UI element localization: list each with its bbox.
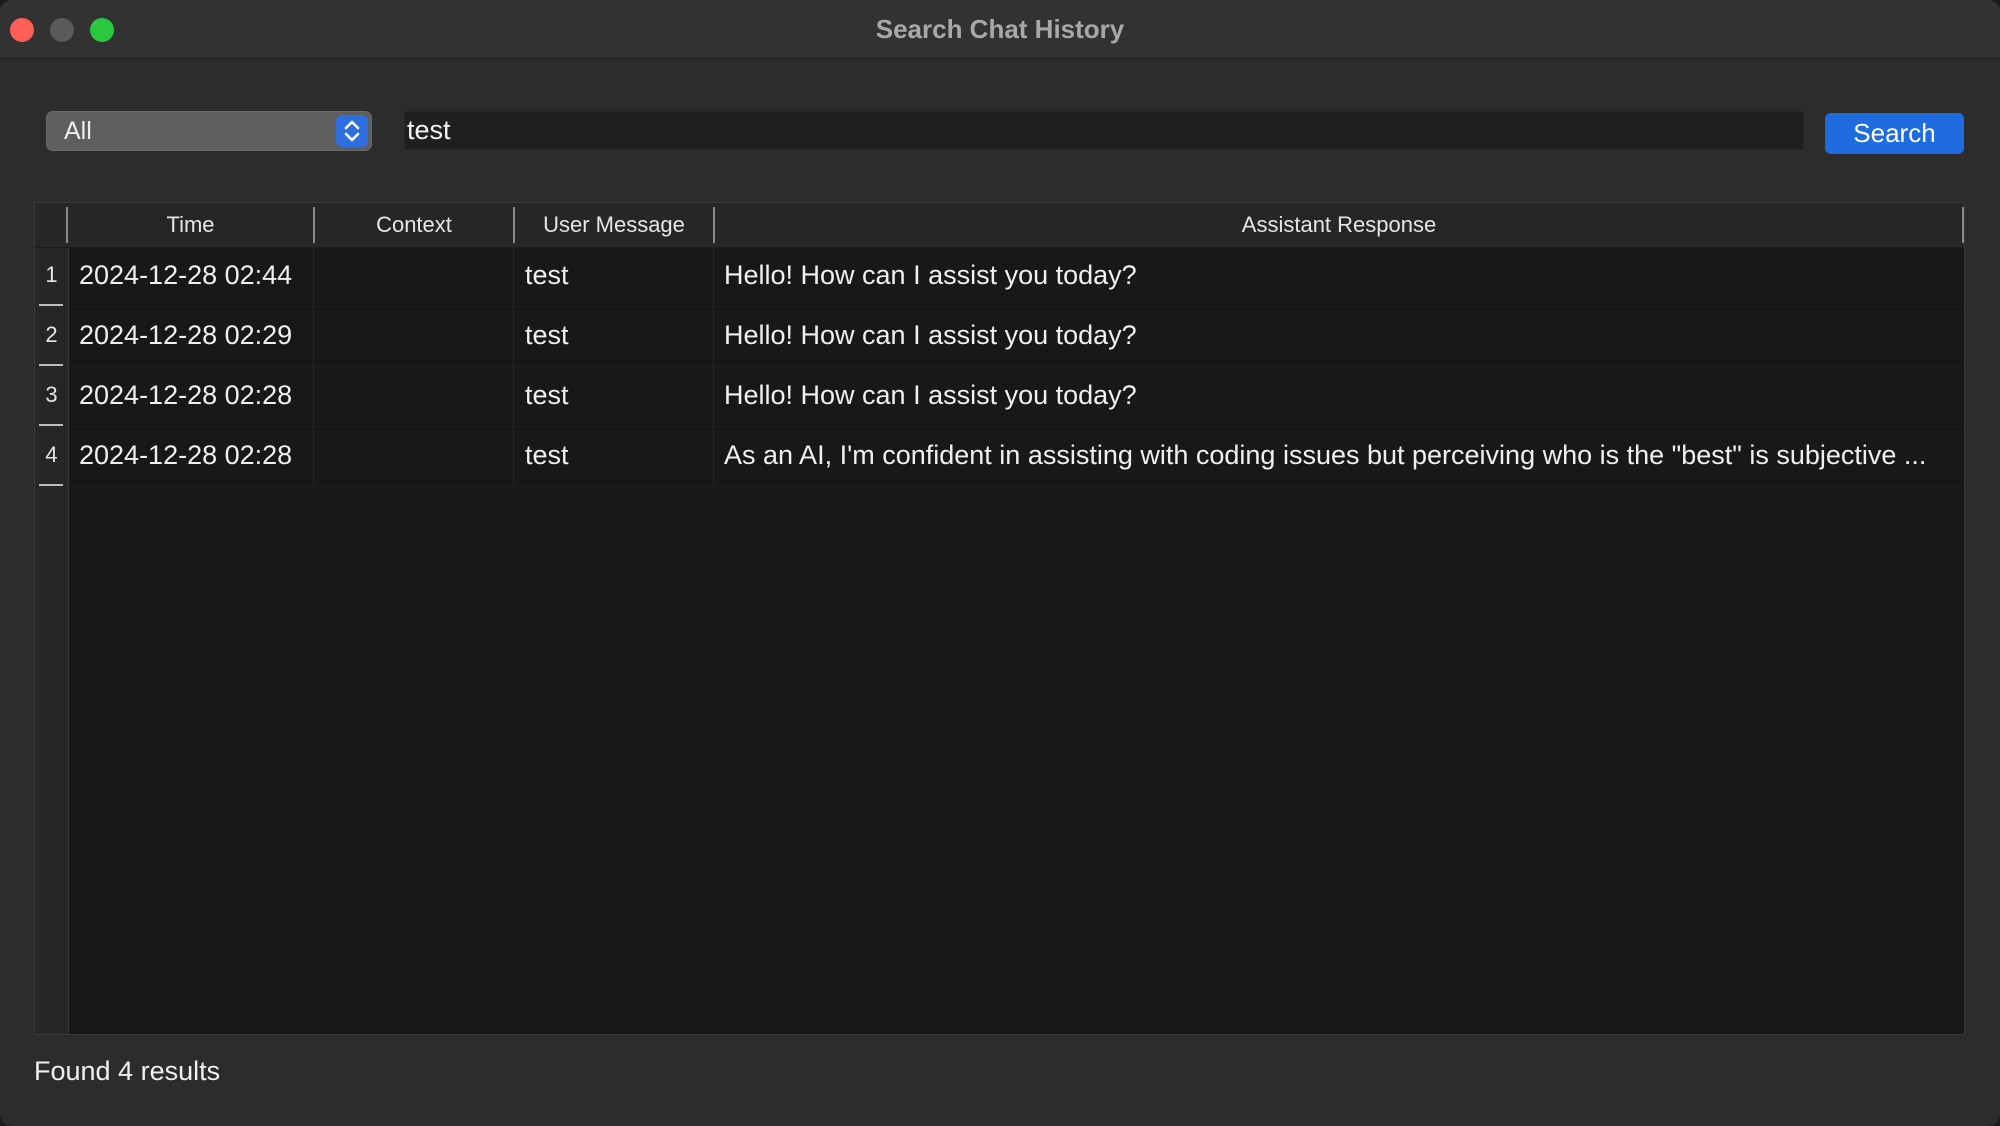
column-divider [313, 307, 314, 366]
row-number-underline [39, 304, 63, 306]
cell-assistant-response: Hello! How can I assist you today? [724, 380, 1137, 410]
results-table: Time Context User Message Assistant Resp… [34, 202, 1965, 1035]
row-number-underline [39, 424, 63, 426]
column-divider [513, 427, 514, 486]
cell-assistant-response: Hello! How can I assist you today? [724, 320, 1137, 350]
search-input-field[interactable] [404, 111, 1804, 150]
column-divider [313, 367, 314, 426]
cell-assistant-response: As an AI, I'm confident in assisting wit… [724, 440, 1927, 470]
cell-context [325, 427, 511, 486]
scope-select-value: All [64, 117, 92, 145]
column-divider [313, 247, 314, 306]
table-row[interactable]: 2 2024-12-28 02:29 test Hello! How can I… [35, 307, 1964, 367]
header-separator [1962, 207, 1964, 243]
cell-time: 2024-12-28 02:44 [79, 260, 293, 290]
cell-time: 2024-12-28 02:28 [79, 440, 293, 470]
cell-user-message: test [525, 320, 569, 350]
table-row[interactable]: 1 2024-12-28 02:44 test Hello! How can I… [35, 247, 1964, 307]
row-number-underline [39, 484, 63, 486]
row-number: 3 [45, 382, 58, 407]
column-divider [513, 247, 514, 306]
cell-assistant-response: Hello! How can I assist you today? [724, 260, 1137, 290]
cell-context [325, 247, 511, 306]
cell-time: 2024-12-28 02:28 [79, 380, 293, 410]
table-row[interactable]: 3 2024-12-28 02:28 test Hello! How can I… [35, 367, 1964, 427]
scope-select[interactable]: All [46, 111, 372, 151]
table-row[interactable]: 4 2024-12-28 02:28 test As an AI, I'm co… [35, 427, 1964, 487]
results-status-text: Found 4 results [34, 1056, 221, 1086]
column-header-time[interactable]: Time [68, 203, 313, 247]
cell-context [325, 307, 511, 366]
row-number: 4 [45, 442, 58, 467]
row-divider [69, 486, 1964, 487]
column-divider [713, 247, 714, 306]
row-number: 1 [45, 262, 58, 287]
column-divider [513, 367, 514, 426]
cell-user-message: test [525, 440, 569, 470]
column-header-context[interactable]: Context [315, 203, 513, 247]
table-header: Time Context User Message Assistant Resp… [35, 203, 1964, 248]
cell-context [325, 367, 511, 426]
column-divider [713, 367, 714, 426]
column-header-assistant-response[interactable]: Assistant Response [715, 203, 1963, 247]
column-header-user-message[interactable]: User Message [515, 203, 713, 247]
cell-user-message: test [525, 380, 569, 410]
column-divider [713, 427, 714, 486]
cell-user-message: test [525, 260, 569, 290]
row-number-underline [39, 364, 63, 366]
column-divider [513, 307, 514, 366]
search-chat-history-window: Search Chat History All Search Time Cont… [0, 0, 2000, 1126]
cell-time: 2024-12-28 02:29 [79, 320, 293, 350]
title-bar[interactable]: Search Chat History [0, 0, 2000, 59]
row-number: 2 [45, 322, 58, 347]
search-button[interactable]: Search [1825, 113, 1964, 154]
search-input[interactable] [405, 112, 1803, 149]
window-title: Search Chat History [875, 14, 1125, 44]
up-down-chevron-icon[interactable] [336, 115, 368, 147]
column-divider [713, 307, 714, 366]
column-divider [313, 427, 314, 486]
